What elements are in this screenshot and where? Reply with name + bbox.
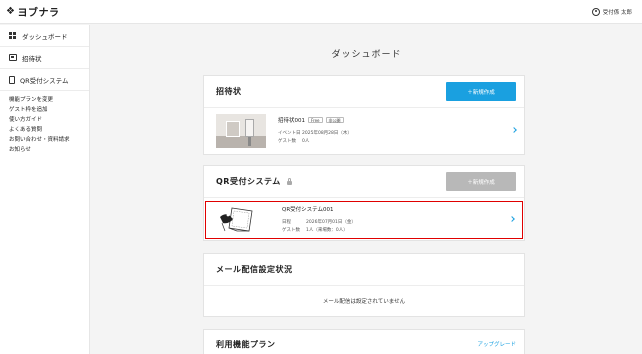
plan-badge: Free xyxy=(308,117,323,123)
mail-card-header: メール配信設定状況 xyxy=(204,254,524,286)
qr-card-title-wrap: QR受付システム xyxy=(216,176,292,187)
plan-card-header: 利用機能プラン アップグレード xyxy=(204,330,524,354)
invitation-event-date: イベント日 2025年08月28日（木） xyxy=(278,130,352,138)
qr-item-guest-count: ゲスト数 1人（来場数：0人） xyxy=(282,227,356,235)
qr-new-button[interactable]: ＋新規作成 xyxy=(446,172,516,191)
qr-list-item[interactable]: QR受付システム001 日程 2026年07月01日（金） ゲスト数 1人（来場… xyxy=(205,201,523,239)
qr-reception-card: QR受付システム ＋新規作成 QR受付システム001 日程 2026年07月01… xyxy=(203,165,525,241)
sidebar-link-contact[interactable]: お問い合わせ・資料請求 xyxy=(9,135,89,145)
user-icon xyxy=(591,7,600,16)
qr-card-header: QR受付システム ＋新規作成 xyxy=(204,166,524,198)
mail-card-title: メール配信設定状況 xyxy=(216,265,293,274)
qr-tablet-illustration xyxy=(218,205,258,235)
status-badge: 非公開 xyxy=(325,117,344,123)
qr-card-title: QR受付システム xyxy=(216,177,281,186)
meta-value: 1人（来場数：0人） xyxy=(306,228,348,233)
mail-settings-card: メール配信設定状況 メール配信は設定されていません xyxy=(203,253,525,317)
invitation-card-icon xyxy=(9,54,17,61)
invitations-card: 招待状 ＋新規作成 招待状001 Free 非公開 イベント日 2025年08月… xyxy=(203,75,525,155)
main-content: ダッシュボード 招待状 ＋新規作成 招待状001 Free 非公開 イベント日 … xyxy=(91,25,642,354)
user-menu[interactable]: 受付係 太郎 xyxy=(591,7,632,16)
tablet-icon xyxy=(9,75,15,84)
invitation-thumbnail xyxy=(216,114,266,148)
sidebar-link-change-plan[interactable]: 機能プランを変更 xyxy=(9,95,89,105)
sidebar-link-news[interactable]: お知らせ xyxy=(9,145,89,155)
sidebar-link-guide[interactable]: 使い方ガイド xyxy=(9,115,89,125)
sidebar-item-label: ダッシュボード xyxy=(22,32,68,41)
sidebar-links: 機能プランを変更 ゲスト枠を追加 使い方ガイド よくある質問 お問い合わせ・資料… xyxy=(0,91,89,155)
meta-label: イベント日 xyxy=(278,131,301,136)
meta-value: 2025年08月28日（木） xyxy=(302,131,352,136)
invitation-list-item[interactable]: 招待状001 Free 非公開 イベント日 2025年08月28日（木） ゲスト… xyxy=(204,108,524,154)
logo[interactable]: ❖ ヨブナラ xyxy=(6,4,59,19)
sidebar-link-add-guest-slots[interactable]: ゲスト枠を追加 xyxy=(9,105,89,115)
qr-item-name-row: QR受付システム001 xyxy=(282,205,356,213)
logo-text: ヨブナラ xyxy=(17,8,60,19)
sidebar-item-dashboard[interactable]: ダッシュボード xyxy=(0,25,89,47)
invitations-card-header: 招待状 ＋新規作成 xyxy=(204,76,524,108)
top-bar: ❖ ヨブナラ 受付係 太郎 xyxy=(0,0,642,24)
dashboard-grid-icon xyxy=(9,32,17,39)
qr-item-date: 日程 2026年07月01日（金） xyxy=(282,219,356,227)
sidebar-item-label: 招待状 xyxy=(22,54,42,63)
chevron-right-icon xyxy=(511,127,517,133)
sidebar: ダッシュボード 招待状 QR受付システム 機能プランを変更 ゲスト枠を追加 使い… xyxy=(0,25,90,354)
invitations-new-button[interactable]: ＋新規作成 xyxy=(446,82,516,101)
sidebar-item-label: QR受付システム xyxy=(20,76,69,85)
lock-icon xyxy=(286,178,292,185)
invitation-item-name: 招待状001 xyxy=(278,118,305,124)
meta-label: ゲスト数 xyxy=(278,139,296,144)
invitation-guest-count: ゲスト数 0人 xyxy=(278,138,352,146)
meta-label: 日程 xyxy=(282,220,291,225)
sidebar-link-faq[interactable]: よくある質問 xyxy=(9,125,89,135)
upgrade-link[interactable]: アップグレード xyxy=(477,340,516,348)
qr-item-info: QR受付システム001 日程 2026年07月01日（金） ゲスト数 1人（来場… xyxy=(282,205,356,235)
invitation-item-info: 招待状001 Free 非公開 イベント日 2025年08月28日（木） ゲスト… xyxy=(278,116,352,146)
meta-value: 0人 xyxy=(302,139,310,144)
sidebar-item-qr-reception[interactable]: QR受付システム xyxy=(0,69,89,91)
chevron-right-icon xyxy=(509,216,515,222)
sidebar-item-invitations[interactable]: 招待状 xyxy=(0,47,89,69)
plan-card-title: 利用機能プラン xyxy=(216,339,276,349)
invitation-item-name-row: 招待状001 Free 非公開 xyxy=(278,116,352,124)
plan-card: 利用機能プラン アップグレード xyxy=(203,329,525,354)
invitations-card-title: 招待状 xyxy=(216,87,242,96)
mail-empty-message: メール配信は設定されていません xyxy=(322,299,406,305)
page-title: ダッシュボード xyxy=(331,50,402,60)
meta-value: 2026年07月01日（金） xyxy=(306,220,356,225)
meta-label: ゲスト数 xyxy=(282,228,300,233)
user-name: 受付係 太郎 xyxy=(602,9,632,16)
qr-item-name: QR受付システム001 xyxy=(282,207,334,213)
logo-mark-icon: ❖ xyxy=(6,6,16,17)
